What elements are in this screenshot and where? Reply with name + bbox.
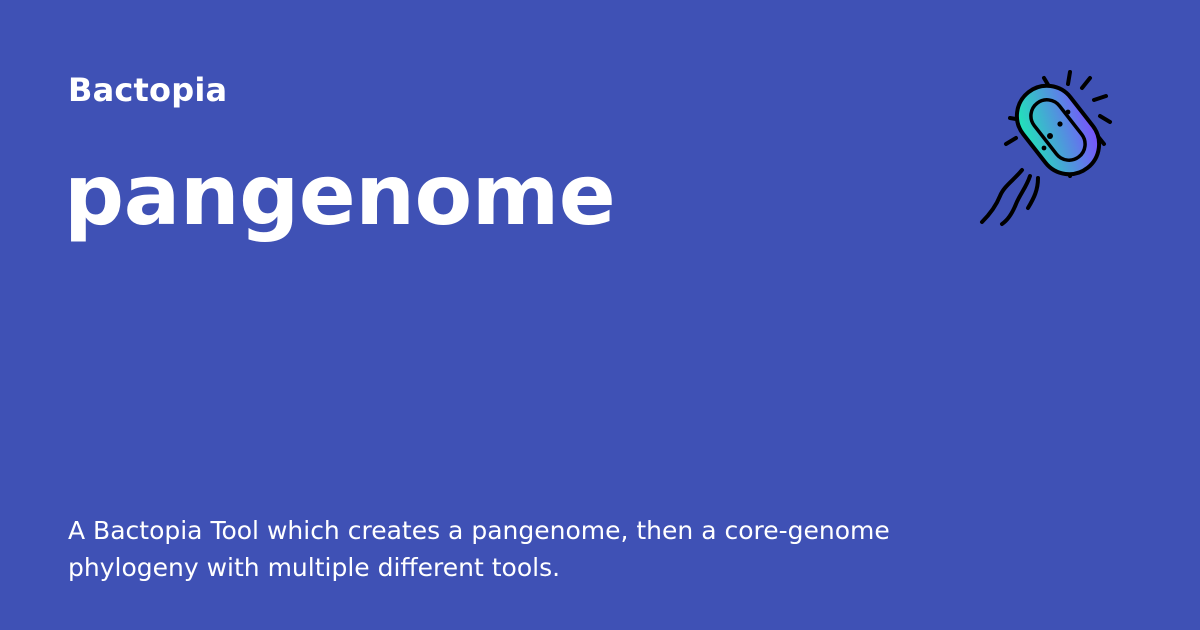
- bacterium-icon: [980, 70, 1112, 226]
- page-description: A Bactopia Tool which creates a pangenom…: [68, 516, 890, 582]
- page-title: pangenome: [64, 146, 616, 244]
- site-name: Bactopia: [68, 71, 228, 109]
